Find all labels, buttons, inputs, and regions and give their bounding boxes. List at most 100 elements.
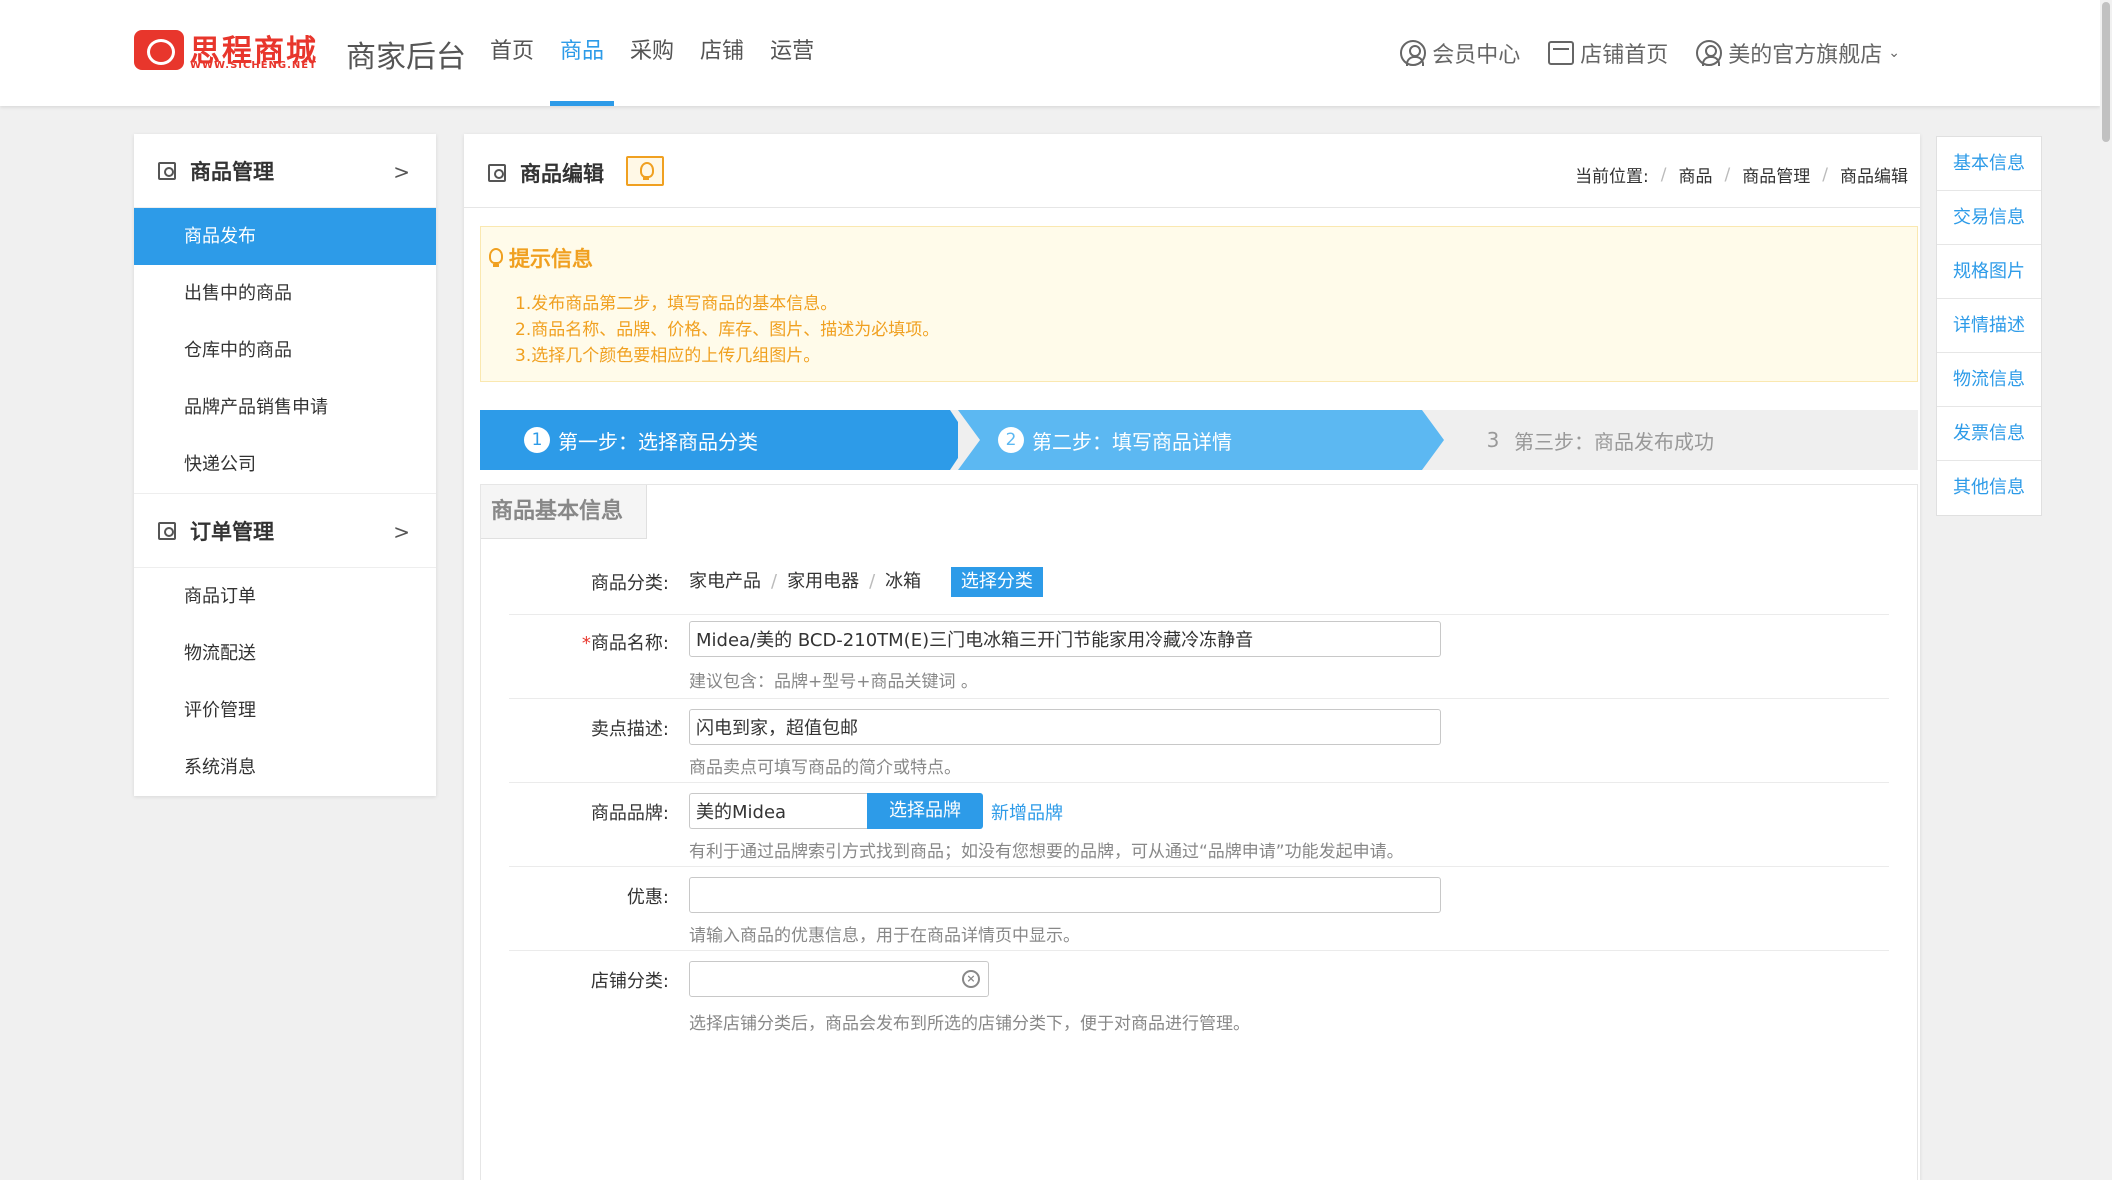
goods-management-icon [158,161,176,180]
step-number: 3 [1486,428,1500,452]
sidebar-item-warehouse[interactable]: 仓库中的商品 [134,322,436,379]
select-category-button[interactable]: 选择分类 [950,567,1043,597]
section-tab-basic-info[interactable]: 商品基本信息 [481,485,647,539]
logo-icon [134,30,184,70]
form-row-selling-point: 卖点描述: 商品卖点可填写商品的简介或特点。 [509,699,1889,783]
brand-input[interactable] [689,793,867,829]
selling-point-input[interactable] [689,709,1441,745]
header-user-links: 会员中心 店铺首页 美的官方旗舰店 ⌄ [1400,0,1900,106]
breadcrumb-item[interactable]: 商品 [1679,162,1713,187]
sidebar-group-goods: 商品管理 > 商品发布 出售中的商品 仓库中的商品 品牌产品销售申请 快递公司 [134,134,436,494]
tips-box: 提示信息 1.发布商品第二步，填写商品的基本信息。 2.商品名称、品牌、价格、库… [480,226,1918,382]
field-label-text: 商品名称: [590,633,669,654]
add-brand-link[interactable]: 新增品牌 [991,799,1063,825]
goods-name-input[interactable] [689,621,1441,657]
tips-line: 3.选择几个颜色要相应的上传几组图片。 [515,346,821,366]
anchor-other-info[interactable]: 其他信息 [1937,461,2041,515]
breadcrumb-separator: / [1724,164,1731,185]
sidebar-item-brand-apply[interactable]: 品牌产品销售申请 [134,379,436,436]
step-label: 第三步：商品发布成功 [1514,429,1714,454]
field-label: 卖点描述: [590,719,669,740]
form-row-store-category: 店铺分类: × 选择店铺分类后，商品会发布到所选的店铺分类下，便于对商品进行管理… [509,951,1889,1035]
tips-title: 提示信息 [489,243,593,273]
store-home-link[interactable]: 店铺首页 [1548,37,1668,69]
field-hint: 请输入商品的优惠信息，用于在商品详情页中显示。 [689,926,1080,946]
sidebar-group-title: 订单管理 [190,519,274,544]
sidebar-group-header-orders[interactable]: 订单管理 > [134,494,436,568]
anchor-basic-info[interactable]: 基本信息 [1937,137,2041,191]
form-row-category: 商品分类: 家电产品 / 家用电器 / 冰箱 选择分类 [509,555,1889,615]
required-mark: * [581,633,591,654]
category-separator: / [869,571,876,592]
store-home-label: 店铺首页 [1580,43,1669,68]
nav-store[interactable]: 店铺 [690,0,754,106]
form-row-discount: 优惠: 请输入商品的优惠信息，用于在商品详情页中显示。 [509,867,1889,951]
clear-icon[interactable]: × [962,970,980,988]
field-hint: 选择店铺分类后，商品会发布到所选的店铺分类下，便于对商品进行管理。 [689,1014,1250,1034]
category-path: 家电产品 / 家用电器 / 冰箱 选择分类 [689,567,1043,597]
site-logo[interactable]: 思程商城 WWW.SICHENG.NET [134,28,334,74]
breadcrumb-item[interactable]: 商品管理 [1742,162,1810,187]
step-1: 1 第一步：选择商品分类 [480,410,958,470]
section-anchor-nav: 基本信息 交易信息 规格图片 详情描述 物流信息 发票信息 其他信息 [1936,136,2042,516]
category-level-3: 冰箱 [885,571,922,592]
left-sidebar: 商品管理 > 商品发布 出售中的商品 仓库中的商品 品牌产品销售申请 快递公司 … [134,134,436,796]
scrollbar-thumb[interactable] [2102,2,2110,142]
nav-home[interactable]: 首页 [480,0,544,106]
category-level-1: 家电产品 [689,571,761,592]
form-row-brand: 商品品牌: 选择品牌 新增品牌 有利于通过品牌索引方式找到商品；如没有您想要的品… [509,783,1889,867]
field-label: 优惠: [626,887,669,908]
sidebar-group-orders: 订单管理 > 商品订单 物流配送 评价管理 系统消息 [134,494,436,796]
chevron-right-icon: > [393,520,410,544]
lightbulb-icon[interactable] [626,156,664,186]
step-number: 1 [524,427,550,453]
member-center-label: 会员中心 [1432,43,1521,68]
anchor-detail-desc[interactable]: 详情描述 [1937,299,2041,353]
sidebar-item-logistics[interactable]: 物流配送 [134,625,436,682]
sidebar-item-publish[interactable]: 商品发布 [134,208,436,265]
select-brand-button[interactable]: 选择品牌 [867,793,983,829]
tips-line: 2.商品名称、品牌、价格、库存、图片、描述为必填项。 [515,320,940,340]
content-header: 商品编辑 当前位置: / 商品 / 商品管理 / 商品编辑 [464,134,1920,208]
breadcrumb-item-current: 商品编辑 [1840,167,1908,187]
edit-page-icon [488,164,506,182]
discount-input[interactable] [689,877,1441,913]
logo-subtext: WWW.SICHENG.NET [190,60,317,71]
category-separator: / [771,571,778,592]
chevron-right-icon: > [393,160,410,184]
basic-info-panel: 商品基本信息 商品分类: 家电产品 / 家用电器 / 冰箱 选择分类 *商品名称: 建议… [480,484,1918,1180]
tips-line: 1.发布商品第二步，填写商品的基本信息。 [515,294,838,314]
sidebar-item-on-sale[interactable]: 出售中的商品 [134,265,436,322]
breadcrumb-separator: / [1822,164,1828,185]
order-management-icon [158,521,176,540]
nav-goods[interactable]: 商品 [550,0,615,106]
anchor-invoice-info[interactable]: 发票信息 [1937,407,2041,461]
anchor-spec-images[interactable]: 规格图片 [1937,245,2041,299]
sidebar-group-title: 商品管理 [190,159,274,184]
sidebar-item-orders[interactable]: 商品订单 [134,568,436,625]
breadcrumb: 当前位置: / 商品 / 商品管理 / 商品编辑 [1575,162,1908,188]
step-number: 2 [998,427,1024,453]
page-scrollbar[interactable] [2100,0,2112,1180]
sidebar-item-messages[interactable]: 系统消息 [134,739,436,796]
anchor-logistics-info[interactable]: 物流信息 [1937,353,2041,407]
field-label: 商品分类: [590,573,669,594]
breadcrumb-separator: / [1660,164,1667,185]
nav-operation[interactable]: 运营 [760,0,824,106]
form-row-name: *商品名称: 建议包含：品牌+型号+商品关键词 。 [509,615,1889,699]
sidebar-item-reviews[interactable]: 评价管理 [134,682,436,739]
store-category-select[interactable]: × [689,961,989,997]
anchor-trade-info[interactable]: 交易信息 [1937,191,2041,245]
store-icon [1548,41,1575,65]
member-center-link[interactable]: 会员中心 [1400,37,1520,69]
store-account-menu[interactable]: 美的官方旗舰店 ⌄ [1696,37,1900,69]
sidebar-item-express[interactable]: 快递公司 [134,436,436,493]
field-hint: 有利于通过品牌索引方式找到商品；如没有您想要的品牌，可从通过“品牌申请”功能发起… [689,842,1404,862]
nav-purchase[interactable]: 采购 [620,0,684,106]
store-name: 美的官方旗舰店 [1728,43,1883,68]
field-hint: 商品卖点可填写商品的简介或特点。 [689,758,961,778]
sidebar-group-header-goods[interactable]: 商品管理 > [134,134,436,208]
step-2: 2 第二步：填写商品详情 [958,410,1444,470]
step-3: 3 第三步：商品发布成功 [1480,410,1900,470]
top-header: 思程商城 WWW.SICHENG.NET 商家后台 首页 商品 采购 店铺 运营… [0,0,2100,106]
